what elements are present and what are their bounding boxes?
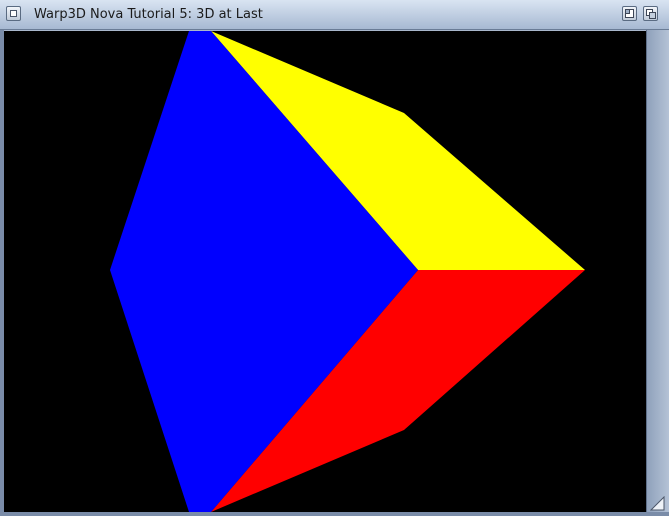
window-title: Warp3D Nova Tutorial 5: 3D at Last [34,7,263,22]
close-gadget-icon[interactable] [6,6,21,21]
zoom-gadget-icon[interactable] [622,6,637,21]
depth-gadget-icon[interactable] [643,6,658,21]
cube-render [110,31,585,512]
resize-gadget-icon[interactable] [650,496,665,511]
window-bottom-border [0,512,669,516]
window-right-border [646,30,669,516]
title-bar[interactable]: Warp3D Nova Tutorial 5: 3D at Last [0,0,669,30]
render-canvas [4,31,646,512]
app-window: Warp3D Nova Tutorial 5: 3D at Last [0,0,669,516]
